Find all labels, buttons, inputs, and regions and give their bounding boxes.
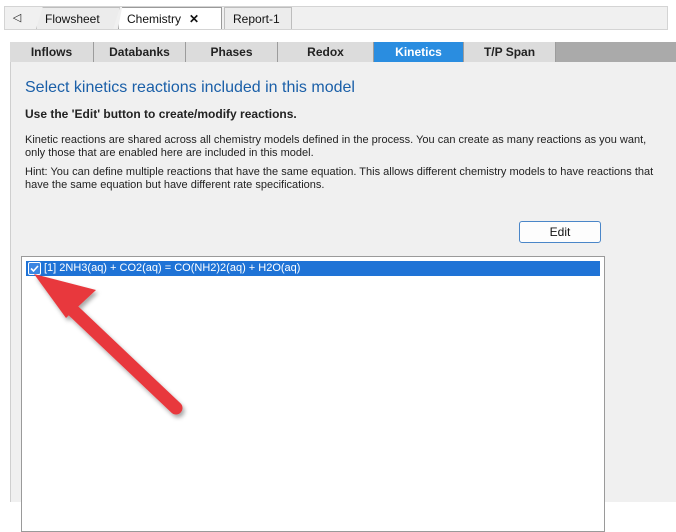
tab-tp-span[interactable]: T/P Span <box>464 42 556 62</box>
form-tab-bar: Inflows Databanks Phases Redox Kinetics … <box>10 42 676 62</box>
reaction-checkbox[interactable] <box>28 262 41 275</box>
edit-button[interactable]: Edit <box>519 221 601 243</box>
reaction-label: [1] 2NH3(aq) + CO2(aq) = CO(NH2)2(aq) + … <box>44 262 301 274</box>
tab-redox[interactable]: Redox <box>278 42 374 62</box>
instruction-text: Use the 'Edit' button to create/modify r… <box>25 107 297 121</box>
tab-inflows[interactable]: Inflows <box>10 42 94 62</box>
tab-databanks[interactable]: Databanks <box>94 42 186 62</box>
page-title: Select kinetics reactions included in th… <box>25 79 355 96</box>
tab-flowsheet[interactable]: Flowsheet <box>36 7 120 29</box>
hint-text: Hint: You can define multiple reactions … <box>25 166 654 191</box>
reaction-list[interactable]: [1] 2NH3(aq) + CO2(aq) = CO(NH2)2(aq) + … <box>21 256 605 532</box>
tab-chemistry[interactable]: Chemistry ✕ <box>118 7 222 29</box>
checkmark-icon <box>30 265 39 273</box>
kinetics-panel: Select kinetics reactions included in th… <box>10 62 676 532</box>
tab-report-1[interactable]: Report-1 <box>224 7 292 29</box>
tab-kinetics[interactable]: Kinetics <box>374 42 464 62</box>
tab-chemistry-label: Chemistry <box>127 12 182 26</box>
scroll-left-icon[interactable]: ◁ <box>10 9 24 27</box>
list-item[interactable]: [1] 2NH3(aq) + CO2(aq) = CO(NH2)2(aq) + … <box>26 261 600 276</box>
description-text: Kinetic reactions are shared across all … <box>25 134 647 159</box>
document-tab-strip: ◁ Flowsheet Chemistry ✕ Report-1 <box>0 0 676 32</box>
close-icon[interactable]: ✕ <box>189 12 199 26</box>
tab-phases[interactable]: Phases <box>186 42 278 62</box>
